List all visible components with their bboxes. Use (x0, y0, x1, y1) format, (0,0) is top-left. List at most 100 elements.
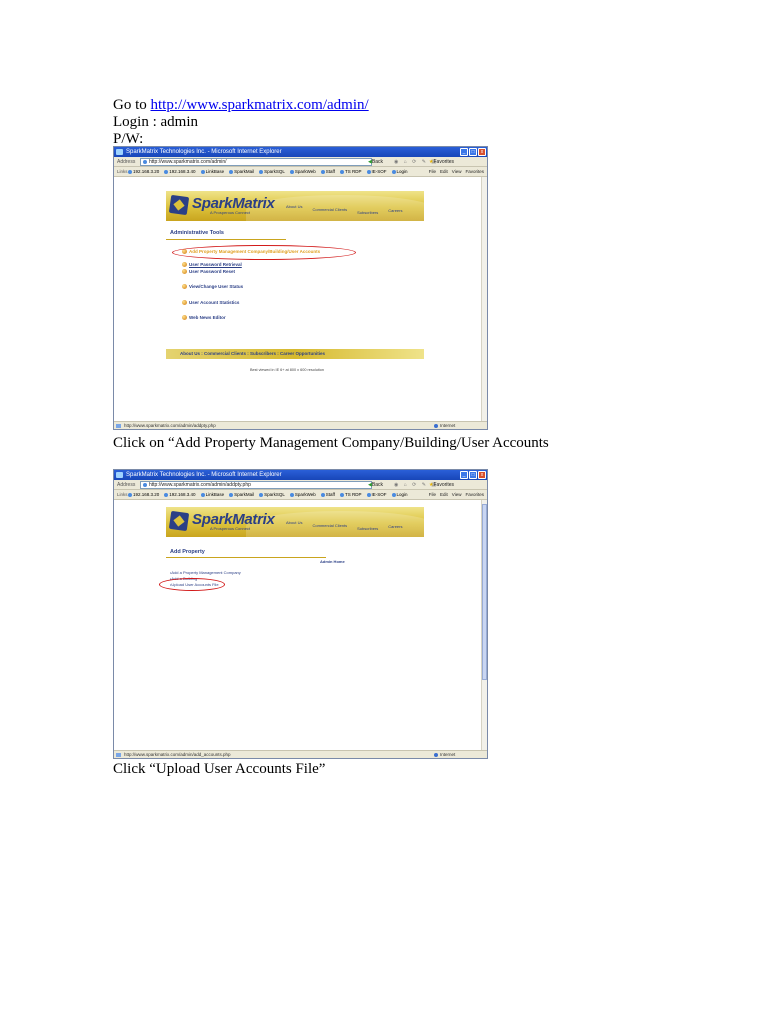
nav-subscribers[interactable]: Subscribers (357, 210, 378, 215)
vertical-scrollbar[interactable] (481, 177, 487, 421)
password-reset-link[interactable]: User Password Reset (182, 269, 235, 274)
login-line: Login : admin (113, 114, 198, 130)
link-item[interactable]: IE-SOF (367, 167, 387, 176)
tagline: A Prosperous Connect (210, 526, 251, 531)
status-bar: http://www.sparkmatrix.com/admin/addpty.… (114, 421, 487, 429)
menu-file[interactable]: File (429, 167, 436, 176)
user-status-link[interactable]: View/Change User Status (182, 284, 243, 289)
sparkmatrix-logo-icon (168, 194, 190, 216)
link-item[interactable]: 192.168.3.20 (128, 167, 159, 176)
close-button[interactable]: x (478, 471, 486, 479)
link-item[interactable]: Login (392, 490, 408, 499)
menu-edit[interactable]: Edit (440, 167, 448, 176)
title-bar: SparkMatrix Technologies Inc. - Microsof… (114, 470, 487, 480)
link-item[interactable]: SparkWeb (290, 490, 316, 499)
bullet-icon (182, 262, 187, 267)
page-icon (116, 424, 121, 428)
site-banner: SparkMatrix A Prosperous Connect About U… (166, 507, 424, 537)
bullet-icon (182, 315, 187, 320)
tagline: A Prosperous Connect (210, 210, 251, 215)
internet-zone: Internet (434, 751, 455, 758)
nav-subscribers[interactable]: Subscribers (357, 526, 378, 531)
link-item[interactable]: SparkMail (229, 167, 254, 176)
web-news-editor-link[interactable]: Web News Editor (182, 315, 226, 320)
password-retrieval-link[interactable]: User Password Retrieval (182, 262, 242, 267)
menu-favorites[interactable]: Favorites (465, 167, 484, 176)
address-bar: Address http://www.sparkmatrix.com/admin… (114, 480, 487, 490)
link-item[interactable]: LinkBase (201, 490, 225, 499)
vertical-scrollbar[interactable] (481, 500, 487, 750)
link-item[interactable]: LinkBase (201, 167, 225, 176)
browser-window-1: SparkMatrix Technologies Inc. - Microsof… (113, 146, 488, 430)
maximize-button[interactable]: □ (469, 471, 477, 479)
address-input[interactable]: http://www.sparkmatrix.com/admin/ (140, 158, 372, 166)
menu-favorites[interactable]: Favorites (465, 490, 484, 499)
address-input[interactable]: http://www.sparkmatrix.com/admin/addpty.… (140, 481, 372, 489)
status-url: http://www.sparkmatrix.com/admin/add_acc… (124, 752, 231, 757)
site-banner: SparkMatrix A Prosperous Connect About U… (166, 191, 424, 221)
section-divider (166, 239, 286, 240)
window-title: SparkMatrix Technologies Inc. - Microsof… (126, 149, 282, 155)
status-url: http://www.sparkmatrix.com/admin/addpty.… (124, 423, 216, 428)
favorites-button[interactable]: Favorites (429, 157, 454, 167)
title-bar: SparkMatrix Technologies Inc. - Microsof… (114, 147, 487, 157)
link-item[interactable]: 192.168.3.20 (128, 490, 159, 499)
highlight-circle (159, 578, 225, 591)
nav-commercial[interactable]: Commercial Clients (312, 523, 347, 531)
scrollbar-thumb[interactable] (482, 504, 487, 680)
links-label: Links (117, 492, 128, 497)
menu-view[interactable]: View (452, 490, 462, 499)
nav-careers[interactable]: Careers (388, 208, 402, 215)
admin-home-link[interactable]: Admin Home (320, 559, 345, 564)
minimize-button[interactable]: _ (460, 148, 468, 156)
menu-file[interactable]: File (429, 490, 436, 499)
link-item[interactable]: Login (392, 167, 408, 176)
menu-edit[interactable]: Edit (440, 490, 448, 499)
internet-zone: Internet (434, 422, 455, 429)
bullet-icon (182, 300, 187, 305)
back-button[interactable]: Back (368, 157, 383, 167)
ie-icon (116, 472, 123, 478)
account-statistics-link[interactable]: User Account Statistics (182, 300, 239, 305)
sparkmatrix-logo-icon (168, 510, 190, 532)
minimize-button[interactable]: _ (460, 471, 468, 479)
favorites-button[interactable]: Favorites (429, 480, 454, 490)
best-viewed-note: Best viewed in IE 6+ at 800 x 600 resolu… (250, 368, 324, 372)
link-item[interactable]: 192.168.3.40 (164, 167, 195, 176)
back-button[interactable]: Back (368, 480, 383, 490)
link-item[interactable]: Staff (321, 490, 335, 499)
links-bar: Links 192.168.3.20 192.168.3.40 LinkBase… (114, 167, 487, 177)
nav-about[interactable]: About Us (286, 204, 302, 215)
maximize-button[interactable]: □ (469, 148, 477, 156)
site-footer[interactable]: About Us : Commercial Clients : Subscrib… (166, 349, 424, 359)
highlight-circle (172, 245, 356, 260)
close-button[interactable]: x (478, 148, 486, 156)
link-item[interactable]: Staff (321, 167, 335, 176)
menu-view[interactable]: View (452, 167, 462, 176)
page-viewport: SparkMatrix A Prosperous Connect About U… (114, 177, 487, 421)
add-company-link[interactable]: Add a Property Management Company (170, 570, 240, 575)
address-label: Address (117, 482, 136, 488)
admin-url-link[interactable]: http://www.sparkmatrix.com/admin/ (151, 97, 369, 113)
step1-instruction: Click on “Add Property Management Compan… (113, 435, 549, 451)
link-item[interactable]: SparkSQL (259, 167, 285, 176)
browser-window-2: SparkMatrix Technologies Inc. - Microsof… (113, 469, 488, 759)
address-bar: Address http://www.sparkmatrix.com/admin… (114, 157, 487, 167)
ie-icon (116, 149, 123, 155)
link-item[interactable]: 192.168.3.40 (164, 490, 195, 499)
nav-careers[interactable]: Careers (388, 524, 402, 531)
address-label: Address (117, 159, 136, 165)
nav-about[interactable]: About Us (286, 520, 302, 531)
section-title: Administrative Tools (170, 230, 224, 236)
link-item[interactable]: SparkSQL (259, 490, 285, 499)
bullet-icon (182, 284, 187, 289)
links-bar: Links 192.168.3.20 192.168.3.40 LinkBase… (114, 490, 487, 500)
link-item[interactable]: IE-SOF (367, 490, 387, 499)
link-item[interactable]: TS RDP (340, 167, 362, 176)
site-nav: About Us Commercial Clients Subscribers … (286, 520, 403, 531)
link-item[interactable]: SparkMail (229, 490, 254, 499)
nav-commercial[interactable]: Commercial Clients (312, 207, 347, 215)
site-nav: About Us Commercial Clients Subscribers … (286, 204, 403, 215)
link-item[interactable]: TS RDP (340, 490, 362, 499)
link-item[interactable]: SparkWeb (290, 167, 316, 176)
